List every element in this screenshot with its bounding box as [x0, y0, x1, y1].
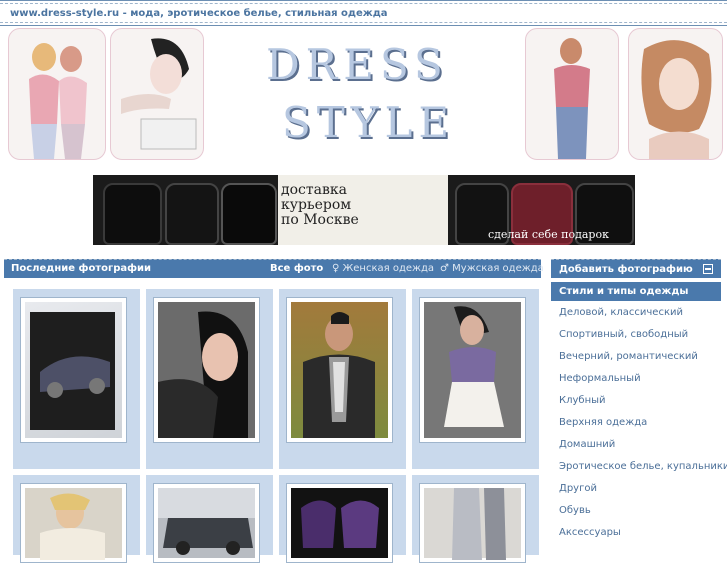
style-link-sport[interactable]: Спортивный, свободный: [551, 324, 721, 346]
photo-thumb[interactable]: [20, 297, 127, 443]
sketch-two-girls: [8, 28, 106, 160]
sketch-woman-face: [110, 28, 204, 160]
photo-cell: [13, 289, 140, 469]
photo-thumb[interactable]: [419, 297, 526, 443]
all-photos-link[interactable]: Все фото: [270, 263, 323, 274]
banner-slogan: сделай себе подарок: [488, 228, 609, 241]
style-link-informal[interactable]: Неформальный: [551, 368, 721, 390]
style-link-evening[interactable]: Вечерний, романтический: [551, 346, 721, 368]
add-photo-label: Добавить фотографию: [559, 264, 693, 275]
male-clothes-link[interactable]: ♂ Мужская одежда: [440, 263, 544, 274]
photo-cell: [279, 475, 406, 563]
sketch-girl-jeans: [525, 28, 619, 160]
photo-grid: [4, 279, 541, 563]
photo-cell: [412, 289, 539, 469]
site-title[interactable]: www.dress-style.ru - мода, эротическое б…: [10, 8, 388, 19]
style-link-lingerie[interactable]: Эротическое белье, купальники: [551, 456, 727, 478]
logo-line1: DRESS: [266, 40, 449, 89]
photo-thumb[interactable]: [153, 297, 260, 443]
add-photo-button[interactable]: Добавить фотографию: [551, 259, 721, 278]
style-link-home[interactable]: Домашний: [551, 434, 721, 456]
style-link-club[interactable]: Клубный: [551, 390, 721, 412]
style-link-shoes[interactable]: Обувь: [551, 500, 721, 522]
bag-icon: [103, 183, 162, 245]
female-clothes-link[interactable]: ♀ Женская одежда: [332, 263, 434, 274]
photo-cell: [279, 289, 406, 469]
style-link-accessories[interactable]: Аксессуары: [551, 522, 721, 544]
photo-thumb[interactable]: [286, 483, 393, 563]
photo-thumb[interactable]: [20, 483, 127, 563]
photo-cell: [13, 475, 140, 563]
styles-list: Деловой, классический Спортивный, свобод…: [551, 302, 727, 544]
latest-photos-bar: Последние фотографии Все фото ♀ Женская …: [4, 259, 544, 278]
logo-line2: STYLE: [282, 98, 456, 147]
photo-thumb[interactable]: [153, 483, 260, 563]
collapse-icon[interactable]: [703, 264, 713, 274]
site-header: DRESS STYLE: [4, 28, 727, 162]
style-link-outerwear[interactable]: Верхняя одежда: [551, 412, 721, 434]
top-rule: [0, 0, 727, 4]
delivery-banner[interactable]: доставка курьером по Москве сделай себе …: [93, 175, 635, 245]
latest-photos-title: Последние фотографии: [11, 263, 152, 274]
style-link-other[interactable]: Другой: [551, 478, 721, 500]
style-link-business[interactable]: Деловой, классический: [551, 302, 721, 324]
photo-cell: [146, 289, 273, 469]
photo-cell: [412, 475, 539, 563]
photo-thumb[interactable]: [419, 483, 526, 563]
styles-title: Стили и типы одежды: [551, 282, 721, 301]
top-rule-bottom: [0, 22, 727, 26]
photo-cell: [146, 475, 273, 563]
sketch-woman-hair: [628, 28, 723, 160]
bag-icon: [165, 183, 219, 245]
bag-icon: [221, 183, 277, 245]
photo-thumb[interactable]: [286, 297, 393, 443]
banner-delivery-text: доставка курьером по Москве: [281, 182, 359, 228]
